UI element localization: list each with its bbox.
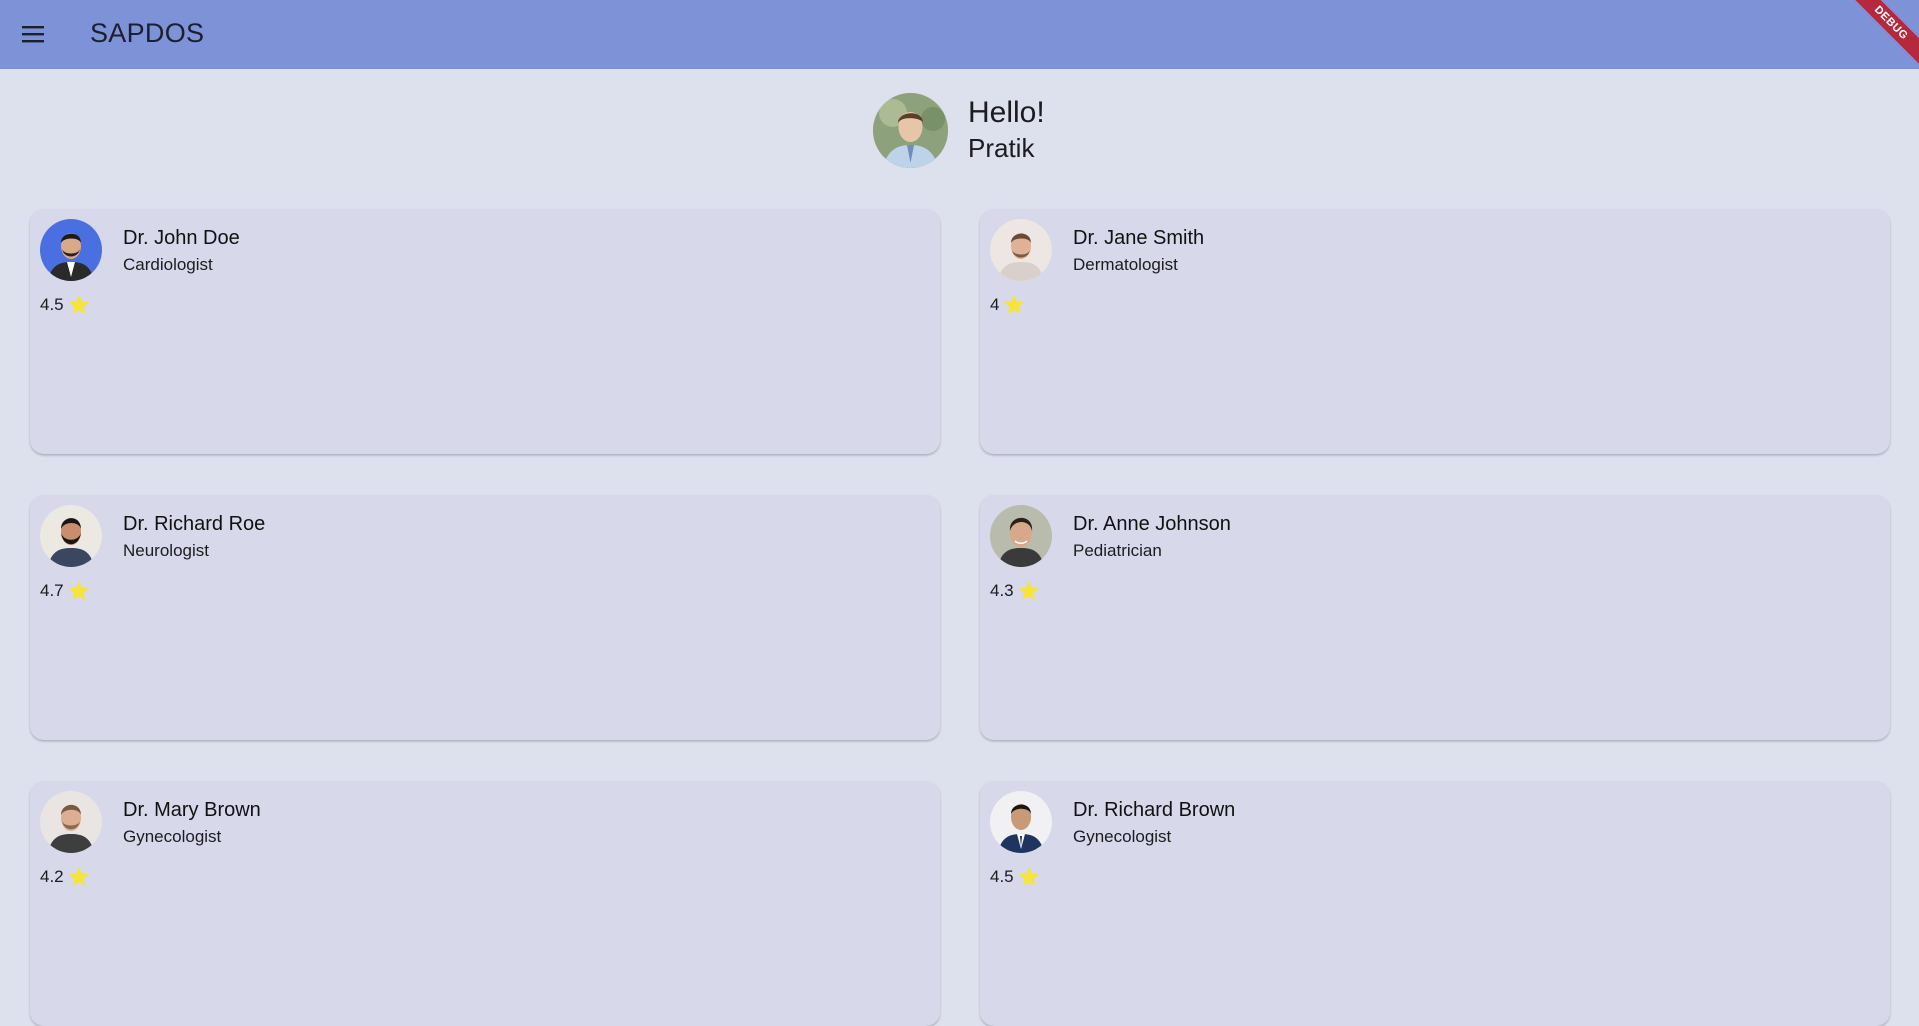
doctor-specialty: Pediatrician — [1073, 541, 1162, 560]
rating-value: 4 — [990, 295, 1000, 314]
doctor-specialty: Gynecologist — [1073, 827, 1172, 846]
app-title: SAPDOS — [90, 18, 205, 48]
doctor-name: Dr. John Doe — [123, 227, 240, 249]
star-icon — [1018, 581, 1039, 600]
doctor-avatar — [990, 219, 1052, 281]
star-icon — [68, 867, 89, 886]
rating-value: 4.5 — [990, 867, 1014, 886]
doctor-card[interactable]: Dr. Mary Brown Gynecologist 4.2 — [30, 781, 940, 1026]
doctor-rating: 4 — [990, 293, 1026, 317]
user-greeting: Hello! Pratik — [873, 92, 1045, 168]
debug-banner: DEBUG — [1842, 0, 1919, 69]
doctor-name: Dr. Jane Smith — [1073, 227, 1205, 249]
doctor-name: Dr. Richard Brown — [1073, 799, 1236, 821]
doctor-rating: 4.7 — [40, 579, 91, 603]
doctor-rating: 4.3 — [990, 579, 1041, 603]
doctor-avatar — [40, 505, 102, 567]
doctor-rating: 4.2 — [40, 865, 91, 889]
doctor-avatar — [40, 219, 102, 281]
doctor-specialty: Neurologist — [123, 541, 209, 560]
rating-value: 4.5 — [40, 295, 64, 314]
doctor-avatar — [990, 791, 1052, 853]
menu-button[interactable] — [18, 22, 52, 48]
doctor-avatar — [40, 791, 102, 853]
doctor-specialty: Gynecologist — [123, 827, 222, 846]
star-icon — [1018, 867, 1039, 886]
rating-value: 4.3 — [990, 581, 1014, 600]
rating-value: 4.2 — [40, 867, 64, 886]
greeting-hello: Hello! — [968, 96, 1045, 129]
user-avatar[interactable] — [873, 92, 948, 168]
doctor-rating: 4.5 — [990, 865, 1041, 889]
star-icon — [68, 581, 89, 600]
doctor-name: Dr. Mary Brown — [123, 799, 261, 821]
doctor-avatar — [990, 505, 1052, 567]
star-icon — [1004, 295, 1025, 314]
app-bar: SAPDOS DEBUG — [0, 0, 1919, 69]
doctor-specialty: Cardiologist — [123, 255, 213, 274]
greeting-user-name: Pratik — [968, 133, 1035, 163]
doctor-name: Dr. Richard Roe — [123, 513, 266, 535]
doctor-name: Dr. Anne Johnson — [1073, 513, 1231, 535]
doctor-card[interactable]: Dr. John Doe Cardiologist 4.5 — [30, 209, 940, 454]
rating-value: 4.7 — [40, 581, 64, 600]
star-icon — [68, 295, 89, 314]
doctor-card[interactable]: Dr. Jane Smith Dermatologist 4 — [980, 209, 1890, 454]
doctor-rating: 4.5 — [40, 293, 91, 317]
doctor-card[interactable]: Dr. Richard Roe Neurologist 4.7 — [30, 495, 940, 740]
menu-icon — [22, 26, 44, 43]
doctor-specialty: Dermatologist — [1073, 255, 1178, 274]
doctor-card[interactable]: Dr. Anne Johnson Pediatrician 4.3 — [980, 495, 1890, 740]
doctor-card[interactable]: Dr. Richard Brown Gynecologist 4.5 — [980, 781, 1890, 1026]
